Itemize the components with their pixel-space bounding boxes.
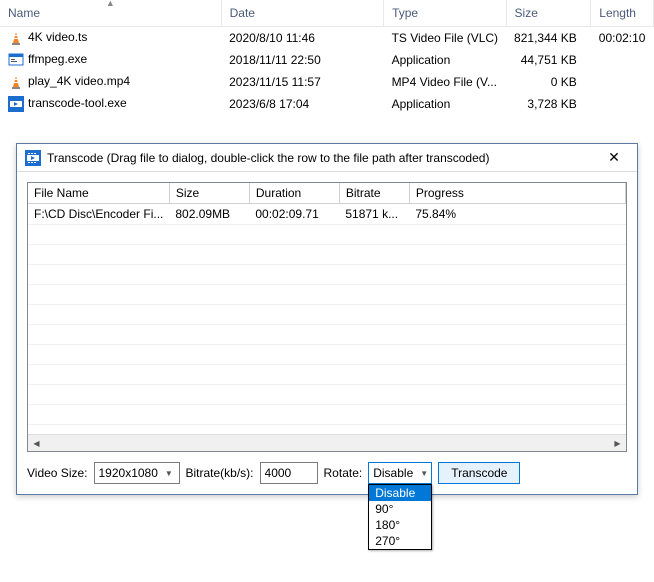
video-size-select[interactable]: 1920x1080 ▼ xyxy=(94,462,180,484)
file-name: transcode-tool.exe xyxy=(28,96,127,110)
file-name: 4K video.ts xyxy=(28,30,87,44)
bitrate-label: Bitrate(kb/s): xyxy=(186,466,254,480)
q-progress: 75.84% xyxy=(409,204,625,225)
chevron-down-icon: ▼ xyxy=(162,469,176,478)
file-size: 44,751 KB xyxy=(506,49,591,71)
col-header-length[interactable]: Length xyxy=(591,0,654,27)
chevron-down-icon: ▼ xyxy=(417,469,431,478)
q-col-duration[interactable]: Duration xyxy=(249,183,339,204)
queue-row[interactable]: F:\CD Disc\Encoder Fi...802.09MB00:02:09… xyxy=(28,204,626,225)
col-label: Name xyxy=(8,6,40,20)
rotate-option[interactable]: 270° xyxy=(369,533,431,549)
close-icon: ✕ xyxy=(608,149,620,165)
file-date: 2023/6/8 17:04 xyxy=(221,93,383,115)
q-filename: F:\CD Disc\Encoder Fi... xyxy=(28,204,169,225)
vlc-icon xyxy=(8,74,24,90)
q-col-bitrate[interactable]: Bitrate xyxy=(339,183,409,204)
file-type: TS Video File (VLC) xyxy=(384,27,506,50)
file-length: 00:02:10 xyxy=(591,27,654,50)
file-queue-list[interactable]: File Name Size Duration Bitrate Progress… xyxy=(27,182,627,452)
rotate-option[interactable]: 90° xyxy=(369,501,431,517)
horizontal-scrollbar[interactable]: ◀ ▶ xyxy=(28,434,626,451)
list-empty-area xyxy=(28,225,626,434)
file-type: Application xyxy=(384,49,506,71)
dialog-titlebar[interactable]: Transcode (Drag file to dialog, double-c… xyxy=(17,144,637,172)
col-header-type[interactable]: Type xyxy=(384,0,506,27)
file-name: play_4K video.mp4 xyxy=(28,74,130,88)
file-date: 2020/8/10 11:46 xyxy=(221,27,383,50)
control-bar: Video Size: 1920x1080 ▼ Bitrate(kb/s): R… xyxy=(27,462,627,484)
rotate-option[interactable]: 180° xyxy=(369,517,431,533)
file-row[interactable]: ffmpeg.exe 2018/11/11 22:50Application44,… xyxy=(0,49,654,71)
file-size: 3,728 KB xyxy=(506,93,591,115)
q-col-filename[interactable]: File Name xyxy=(28,183,169,204)
sort-asc-icon: ▲ xyxy=(106,0,115,8)
bitrate-input[interactable] xyxy=(260,462,318,484)
file-size: 821,344 KB xyxy=(506,27,591,50)
rotate-label: Rotate: xyxy=(324,466,363,480)
file-row[interactable]: transcode-tool.exe 2023/6/8 17:04Applicat… xyxy=(0,93,654,115)
col-header-size[interactable]: Size xyxy=(506,0,591,27)
file-explorer-table: Name ▲ Date Type Size Length 4K video.ts… xyxy=(0,0,654,115)
q-col-size[interactable]: Size xyxy=(169,183,249,204)
vlc-icon xyxy=(8,30,24,46)
q-size: 802.09MB xyxy=(169,204,249,225)
scroll-right-icon[interactable]: ▶ xyxy=(609,435,626,452)
close-button[interactable]: ✕ xyxy=(599,149,629,166)
transcode-dialog: Transcode (Drag file to dialog, double-c… xyxy=(16,143,638,495)
file-length xyxy=(591,93,654,115)
file-date: 2023/11/15 11:57 xyxy=(221,71,383,93)
col-header-name[interactable]: Name ▲ xyxy=(0,0,221,27)
file-type: Application xyxy=(384,93,506,115)
q-col-progress[interactable]: Progress xyxy=(409,183,625,204)
file-length xyxy=(591,49,654,71)
file-size: 0 KB xyxy=(506,71,591,93)
transcode-button[interactable]: Transcode xyxy=(438,462,520,484)
file-length xyxy=(591,71,654,93)
file-row[interactable]: 4K video.ts 2020/8/10 11:46TS Video File … xyxy=(0,27,654,50)
q-duration: 00:02:09.71 xyxy=(249,204,339,225)
file-type: MP4 Video File (V... xyxy=(384,71,506,93)
film-icon xyxy=(8,96,24,112)
file-date: 2018/11/11 22:50 xyxy=(221,49,383,71)
q-bitrate: 51871 k... xyxy=(339,204,409,225)
exe-icon xyxy=(8,52,24,68)
file-name: ffmpeg.exe xyxy=(28,52,87,66)
video-size-label: Video Size: xyxy=(27,466,88,480)
film-icon xyxy=(25,150,41,166)
file-row[interactable]: play_4K video.mp4 2023/11/15 11:57MP4 Vid… xyxy=(0,71,654,93)
rotate-dropdown[interactable]: Disable90°180°270° xyxy=(368,484,432,550)
dialog-title: Transcode (Drag file to dialog, double-c… xyxy=(47,151,599,165)
rotate-select[interactable]: Disable ▼ xyxy=(368,462,432,484)
scroll-left-icon[interactable]: ◀ xyxy=(28,435,45,452)
rotate-option[interactable]: Disable xyxy=(369,485,431,501)
col-header-date[interactable]: Date xyxy=(221,0,383,27)
